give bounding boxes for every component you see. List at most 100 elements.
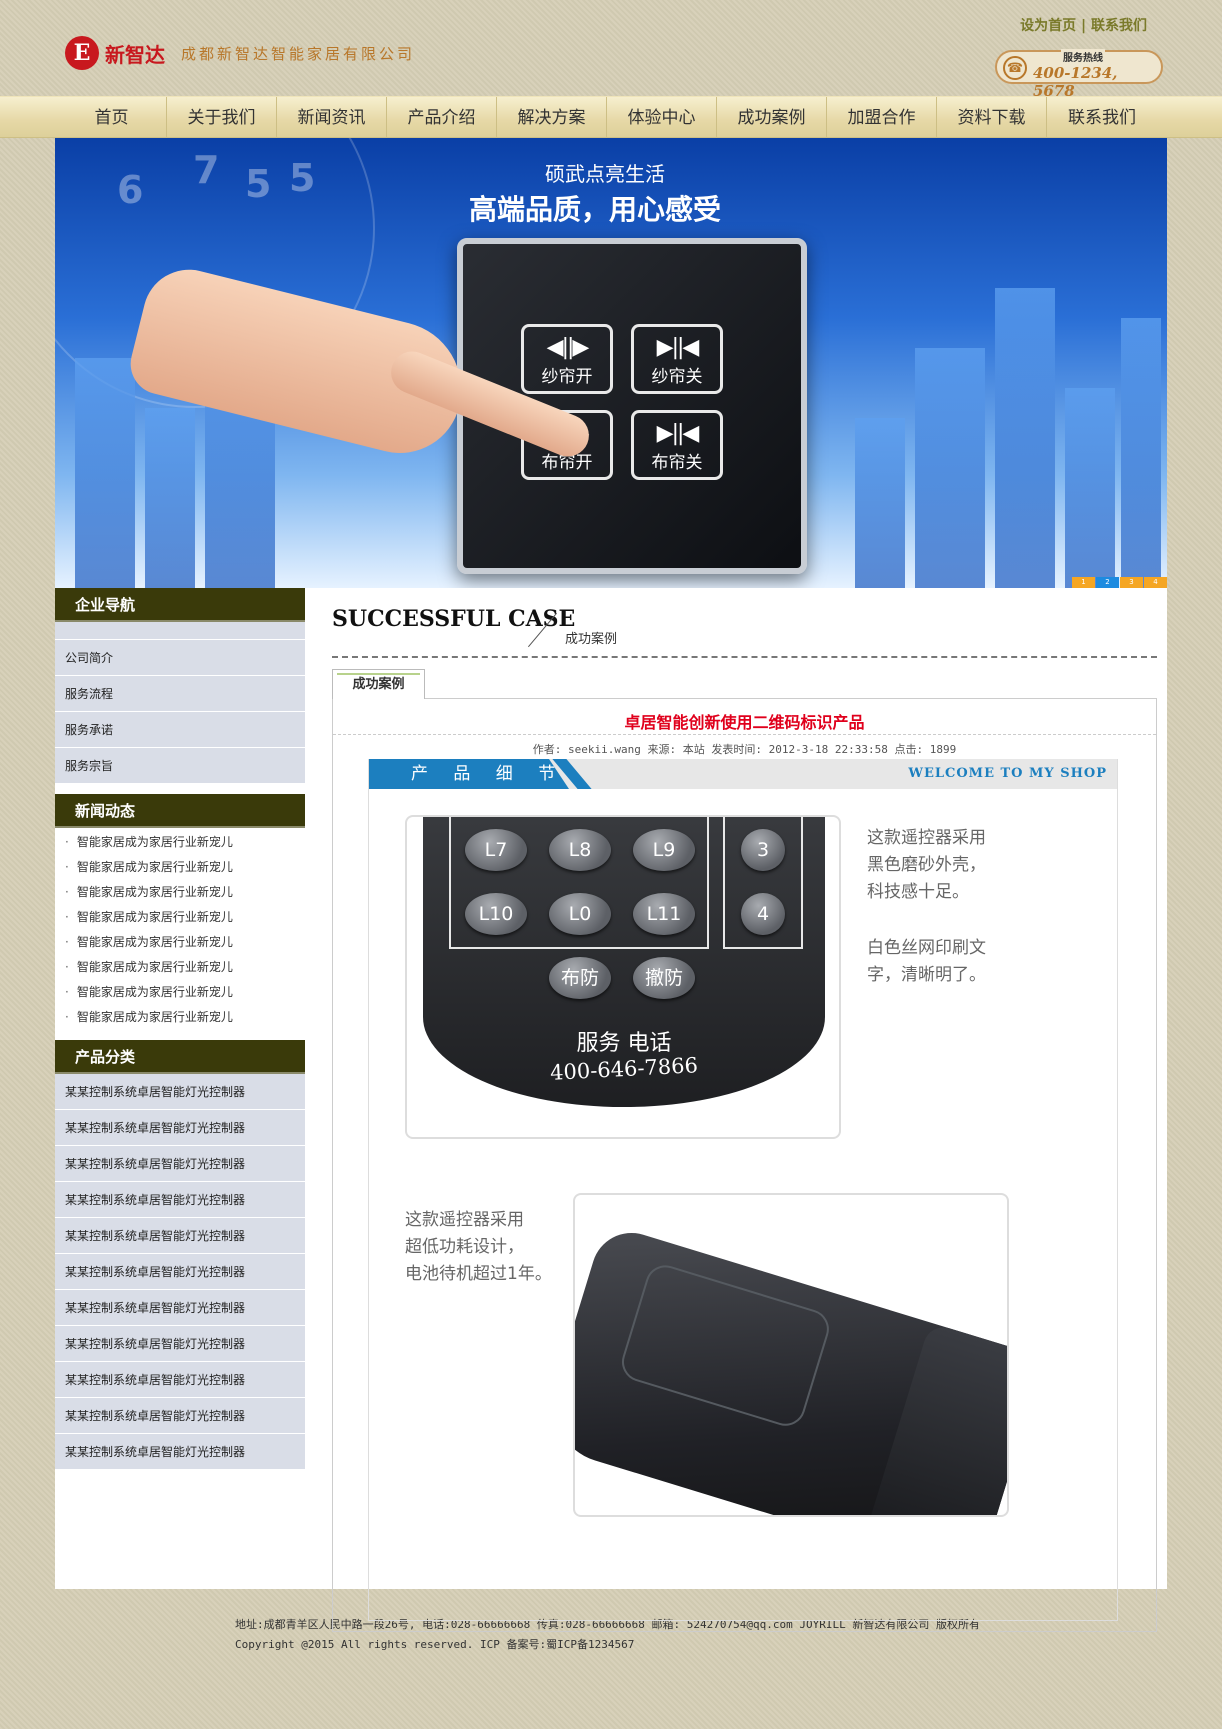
product-item[interactable]: 某某控制系统卓居智能灯光控制器 xyxy=(55,1074,305,1110)
product-detail-image: 产 品 细 节 WELCOME TO MY SHOP L7 L8 L9 3 L1… xyxy=(368,759,1118,1621)
welcome-text: WELCOME TO MY SHOP xyxy=(908,766,1107,781)
banner-title: 高端品质，用心感受 xyxy=(469,193,722,226)
sidebar-item-promise[interactable]: 服务承诺 xyxy=(55,712,305,748)
product-item[interactable]: 某某控制系统卓居智能灯光控制器 xyxy=(55,1182,305,1218)
banner-pager: 1 2 3 4 xyxy=(1072,577,1167,588)
pager-dot[interactable]: 1 xyxy=(1072,577,1095,588)
nav-about[interactable]: 关于我们 xyxy=(167,97,277,139)
section-heading: SUCCESSFUL CASE 成功案例 xyxy=(332,598,1157,658)
remote-control-graphic: L7 L8 L9 3 L10 L0 L11 4 布防 撤防 服务 电话 400-… xyxy=(423,817,825,1107)
building-graphic xyxy=(995,288,1055,588)
article-meta: 作者: seekii.wang 来源: 本站 发表时间: 2012-3-18 2… xyxy=(532,743,957,756)
sidebar-item-mission[interactable]: 服务宗旨 xyxy=(55,748,305,784)
phone-icon: ☎ xyxy=(1003,56,1027,80)
remote-button: L9 xyxy=(633,829,695,871)
remote-back-image xyxy=(573,1193,1009,1517)
banner-subtitle: 硕武点亮生活 xyxy=(545,162,665,186)
building-graphic xyxy=(855,418,905,588)
clock-number: 6 xyxy=(117,168,144,212)
nav-cases[interactable]: 成功案例 xyxy=(717,97,827,139)
clock-number: 5 xyxy=(245,162,272,206)
main-nav: 首页 关于我们 新闻资讯 产品介绍 解决方案 体验中心 成功案例 加盟合作 资料… xyxy=(55,97,1167,139)
nav-join[interactable]: 加盟合作 xyxy=(827,97,937,139)
logo-text: 新智达 xyxy=(105,42,165,67)
section-heading-en: SUCCESSFUL CASE xyxy=(332,606,576,632)
news-item[interactable]: 智能家居成为家居行业新宠儿 xyxy=(55,880,305,905)
pager-dot[interactable]: 3 xyxy=(1120,577,1143,588)
clock-number: 5 xyxy=(289,156,316,200)
remote-button: 布防 xyxy=(549,957,611,999)
product-item[interactable]: 某某控制系统卓居智能灯光控制器 xyxy=(55,1326,305,1362)
nav-products[interactable]: 产品介绍 xyxy=(387,97,497,139)
pager-dot[interactable]: 4 xyxy=(1144,577,1167,588)
remote-button: 3 xyxy=(741,829,785,871)
hotline-badge: 服务热线 ☎ 400-1234, 5678 xyxy=(995,49,1163,100)
nav-contact[interactable]: 联系我们 xyxy=(1047,97,1157,139)
main-area: 企业导航 公司简介 服务流程 服务承诺 服务宗旨 新闻动态 智能家居成为家居行业… xyxy=(55,588,1167,1632)
article-title: 卓居智能创新使用二维码标识产品 xyxy=(333,699,1156,735)
news-item[interactable]: 智能家居成为家居行业新宠儿 xyxy=(55,1005,305,1030)
logo-icon: E xyxy=(65,36,99,70)
news-item[interactable]: 智能家居成为家居行业新宠儿 xyxy=(55,855,305,880)
building-graphic xyxy=(1121,318,1161,588)
remote-button: L11 xyxy=(633,893,695,935)
nav-news[interactable]: 新闻资讯 xyxy=(277,97,387,139)
remote-button: 4 xyxy=(741,893,785,935)
curtain-button: ▶||◀ 纱帘关 xyxy=(631,324,723,394)
sidebar-item-process[interactable]: 服务流程 xyxy=(55,676,305,712)
remote-front-image: L7 L8 L9 3 L10 L0 L11 4 布防 撤防 服务 电话 400-… xyxy=(405,815,841,1139)
news-item[interactable]: 智能家居成为家居行业新宠儿 xyxy=(55,980,305,1005)
building-graphic xyxy=(1065,388,1115,588)
curtain-close-icon: ▶||◀ xyxy=(656,335,700,360)
product-item[interactable]: 某某控制系统卓居智能灯光控制器 xyxy=(55,1146,305,1182)
sidebar-heading-products: 产品分类 xyxy=(55,1040,305,1074)
hero-banner[interactable]: 6 7 5 5 硕武点亮生活 高端品质，用心感受 ◀||▶ 纱帘开 ▶||◀ 纱… xyxy=(55,138,1167,588)
nav-experience[interactable]: 体验中心 xyxy=(607,97,717,139)
nav-downloads[interactable]: 资料下载 xyxy=(937,97,1047,139)
product-item[interactable]: 某某控制系统卓居智能灯光控制器 xyxy=(55,1362,305,1398)
detail-label: 产 品 细 节 xyxy=(369,759,569,789)
tab-cases[interactable]: 成功案例 xyxy=(332,669,425,699)
footer-copyright: Copyright @2015 All rights reserved. ICP… xyxy=(235,1638,635,1651)
remote-button: L10 xyxy=(465,893,527,935)
top-links: 设为首页 | 联系我们 xyxy=(1020,18,1147,34)
product-item[interactable]: 某某控制系统卓居智能灯光控制器 xyxy=(55,1218,305,1254)
detail-text-1: 这款遥控器采用 黑色磨砂外壳， 科技感十足。 xyxy=(867,828,986,902)
detail-banner: 产 品 细 节 WELCOME TO MY SHOP xyxy=(369,759,1117,789)
detail-text-3: 这款遥控器采用 超低功耗设计， 电池待机超过1年。 xyxy=(405,1210,552,1284)
remote-back-graphic xyxy=(575,1223,1007,1515)
nav-solutions[interactable]: 解决方案 xyxy=(497,97,607,139)
product-item[interactable]: 某某控制系统卓居智能灯光控制器 xyxy=(55,1434,305,1470)
sidebar-heading-nav: 企业导航 xyxy=(55,588,305,622)
news-item[interactable]: 智能家居成为家居行业新宠儿 xyxy=(55,955,305,980)
curtain-close-icon: ▶||◀ xyxy=(656,421,700,446)
pager-dot-active[interactable]: 2 xyxy=(1096,577,1119,588)
nav-home[interactable]: 首页 xyxy=(57,97,167,139)
product-item[interactable]: 某某控制系统卓居智能灯光控制器 xyxy=(55,1110,305,1146)
sidebar: 企业导航 公司简介 服务流程 服务承诺 服务宗旨 新闻动态 智能家居成为家居行业… xyxy=(55,588,305,1589)
curtain-button: ▶||◀ 布帘关 xyxy=(631,410,723,480)
hotline-label: 服务热线 xyxy=(1061,49,1105,64)
battery-lid xyxy=(617,1260,834,1431)
header: E 新智达 成都新智达智能家居有限公司 设为首页 | 联系我们 服务热线 ☎ 4… xyxy=(55,0,1167,100)
set-homepage-link[interactable]: 设为首页 xyxy=(1020,18,1076,34)
product-item[interactable]: 某某控制系统卓居智能灯光控制器 xyxy=(55,1254,305,1290)
remote-button: L8 xyxy=(549,829,611,871)
product-item[interactable]: 某某控制系统卓居智能灯光控制器 xyxy=(55,1290,305,1326)
article-box: 成功案例 卓居智能创新使用二维码标识产品 作者: seekii.wang 来源:… xyxy=(332,669,1157,1632)
contact-us-link[interactable]: 联系我们 xyxy=(1091,18,1147,34)
hand-graphic xyxy=(124,260,596,466)
sidebar-item-company[interactable]: 公司简介 xyxy=(55,640,305,676)
news-item[interactable]: 智能家居成为家居行业新宠儿 xyxy=(55,930,305,955)
detail-text-2: 白色丝网印刷文 字，清晰明了。 xyxy=(867,938,986,985)
product-item[interactable]: 某某控制系统卓居智能灯光控制器 xyxy=(55,1398,305,1434)
remote-button: L7 xyxy=(465,829,527,871)
news-item[interactable]: 智能家居成为家居行业新宠儿 xyxy=(55,905,305,930)
logo[interactable]: E 新智达 成都新智达智能家居有限公司 xyxy=(65,36,415,70)
remote-button: L0 xyxy=(549,893,611,935)
remote-button: 撤防 xyxy=(633,957,695,999)
news-item[interactable]: 智能家居成为家居行业新宠儿 xyxy=(55,830,305,855)
sidebar-heading-news: 新闻动态 xyxy=(55,794,305,828)
hotline-number: 400-1234, 5678 xyxy=(1033,64,1118,100)
company-name: 成都新智达智能家居有限公司 xyxy=(181,44,416,63)
